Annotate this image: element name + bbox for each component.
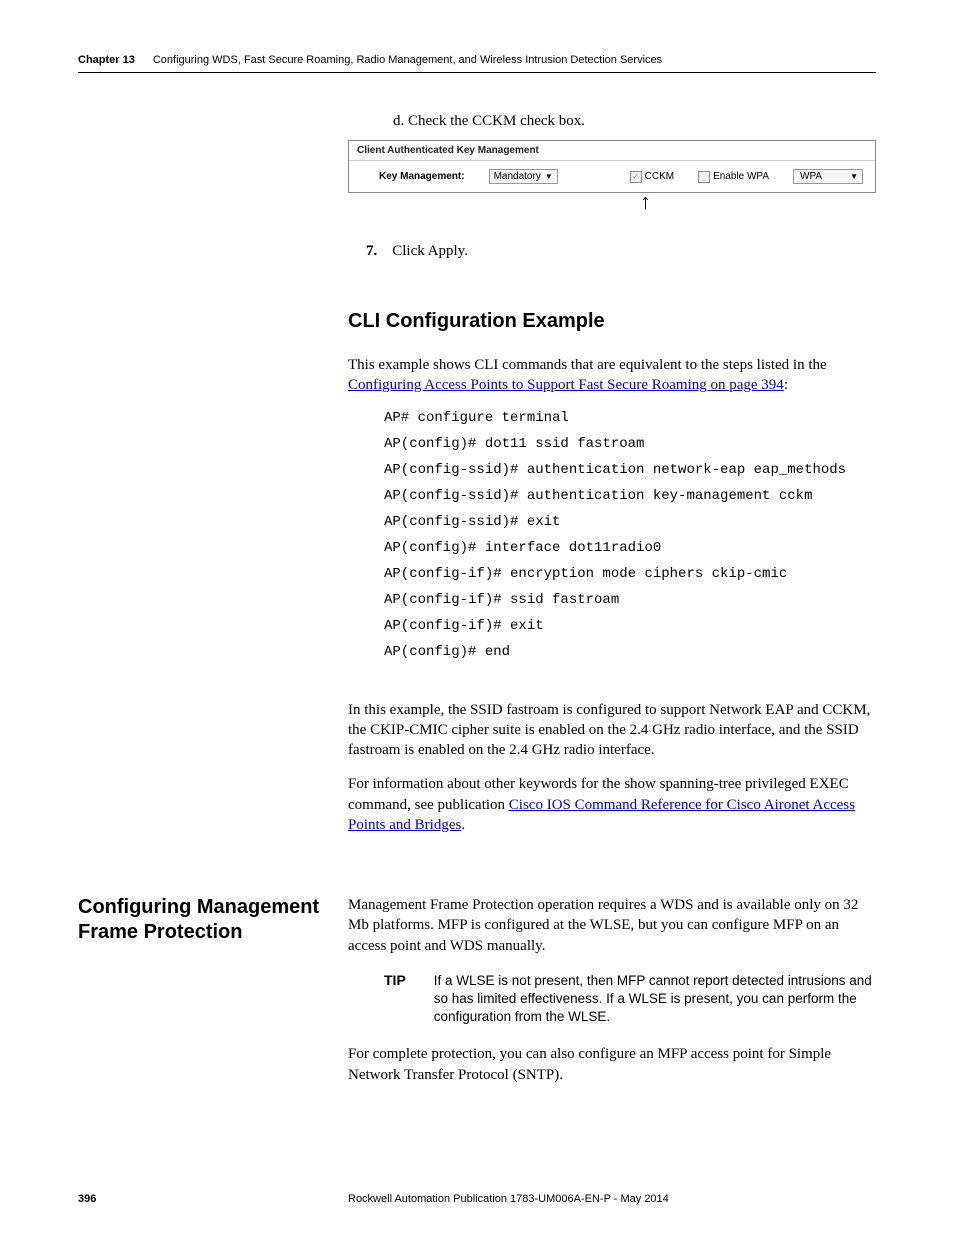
intro-text: This example shows CLI commands that are…	[348, 357, 827, 373]
code-line: AP# configure terminal	[384, 410, 876, 426]
code-line: AP(config-ssid)# authentication key-mana…	[384, 488, 876, 504]
cckm-label: CCKM	[645, 171, 674, 182]
info-post: .	[461, 817, 465, 833]
code-line: AP(config)# interface dot11radio0	[384, 540, 876, 556]
panel-title: Client Authenticated Key Management	[349, 141, 875, 161]
publication-info: Rockwell Automation Publication 1783-UM0…	[348, 1193, 669, 1205]
info-paragraph: For information about other keywords for…	[348, 774, 876, 835]
enable-wpa-checkbox-group[interactable]: Enable WPA	[698, 171, 769, 183]
enable-wpa-label: Enable WPA	[713, 171, 769, 182]
step-7-text: Click Apply.	[392, 243, 468, 259]
mfp-side-heading: Configuring Management Frame Protection	[78, 895, 324, 1099]
code-line: AP(config-if)# exit	[384, 618, 876, 634]
arrow-up-icon: ↑	[640, 197, 651, 207]
callout-arrow-row: ↑	[348, 201, 876, 221]
mfp-paragraph-2: For complete protection, you can also co…	[348, 1044, 876, 1085]
mfp-paragraph-1: Management Frame Protection operation re…	[348, 895, 876, 956]
page-header: Chapter 13 Configuring WDS, Fast Secure …	[78, 54, 876, 73]
example-explanation: In this example, the SSID fastroam is co…	[348, 700, 876, 761]
cli-code-block: AP# configure terminal AP(config)# dot11…	[384, 410, 876, 660]
chapter-label: Chapter 13	[78, 54, 135, 66]
wpa-select-value: WPA	[800, 171, 822, 182]
cli-example-heading: CLI Configuration Example	[348, 310, 876, 333]
chevron-down-icon: ▼	[545, 172, 553, 181]
tip-text: If a WLSE is not present, then MFP canno…	[434, 972, 876, 1027]
key-management-select[interactable]: Mandatory ▼	[489, 169, 558, 184]
enable-wpa-checkbox[interactable]	[698, 171, 710, 183]
cli-intro-paragraph: This example shows CLI commands that are…	[348, 355, 876, 396]
tip-label: TIP	[384, 972, 406, 988]
chapter-title: Configuring WDS, Fast Secure Roaming, Ra…	[153, 54, 662, 66]
key-management-panel: Client Authenticated Key Management Key …	[348, 140, 876, 193]
select-value: Mandatory	[494, 171, 541, 182]
intro-colon: :	[784, 377, 788, 393]
step-7-number: 7.	[366, 243, 377, 259]
cckm-checkbox[interactable]: ✓	[630, 171, 642, 183]
configuring-ap-link[interactable]: Configuring Access Points to Support Fas…	[348, 377, 784, 393]
page-footer: 396 Rockwell Automation Publication 1783…	[78, 1193, 876, 1205]
code-line: AP(config-if)# ssid fastroam	[384, 592, 876, 608]
page-number: 396	[78, 1193, 348, 1205]
code-line: AP(config-ssid)# exit	[384, 514, 876, 530]
wpa-select[interactable]: WPA ▼	[793, 169, 863, 184]
chevron-down-icon: ▼	[850, 172, 858, 181]
code-line: AP(config-ssid)# authentication network-…	[384, 462, 876, 478]
tip-block: TIP If a WLSE is not present, then MFP c…	[384, 972, 876, 1027]
key-management-label: Key Management:	[379, 171, 465, 182]
step-d-text: d. Check the CCKM check box.	[393, 113, 876, 130]
code-line: AP(config)# end	[384, 644, 876, 660]
code-line: AP(config-if)# encryption mode ciphers c…	[384, 566, 876, 582]
step-7: 7. Click Apply.	[366, 243, 876, 260]
code-line: AP(config)# dot11 ssid fastroam	[384, 436, 876, 452]
cckm-checkbox-group[interactable]: ✓ CCKM	[630, 171, 674, 183]
